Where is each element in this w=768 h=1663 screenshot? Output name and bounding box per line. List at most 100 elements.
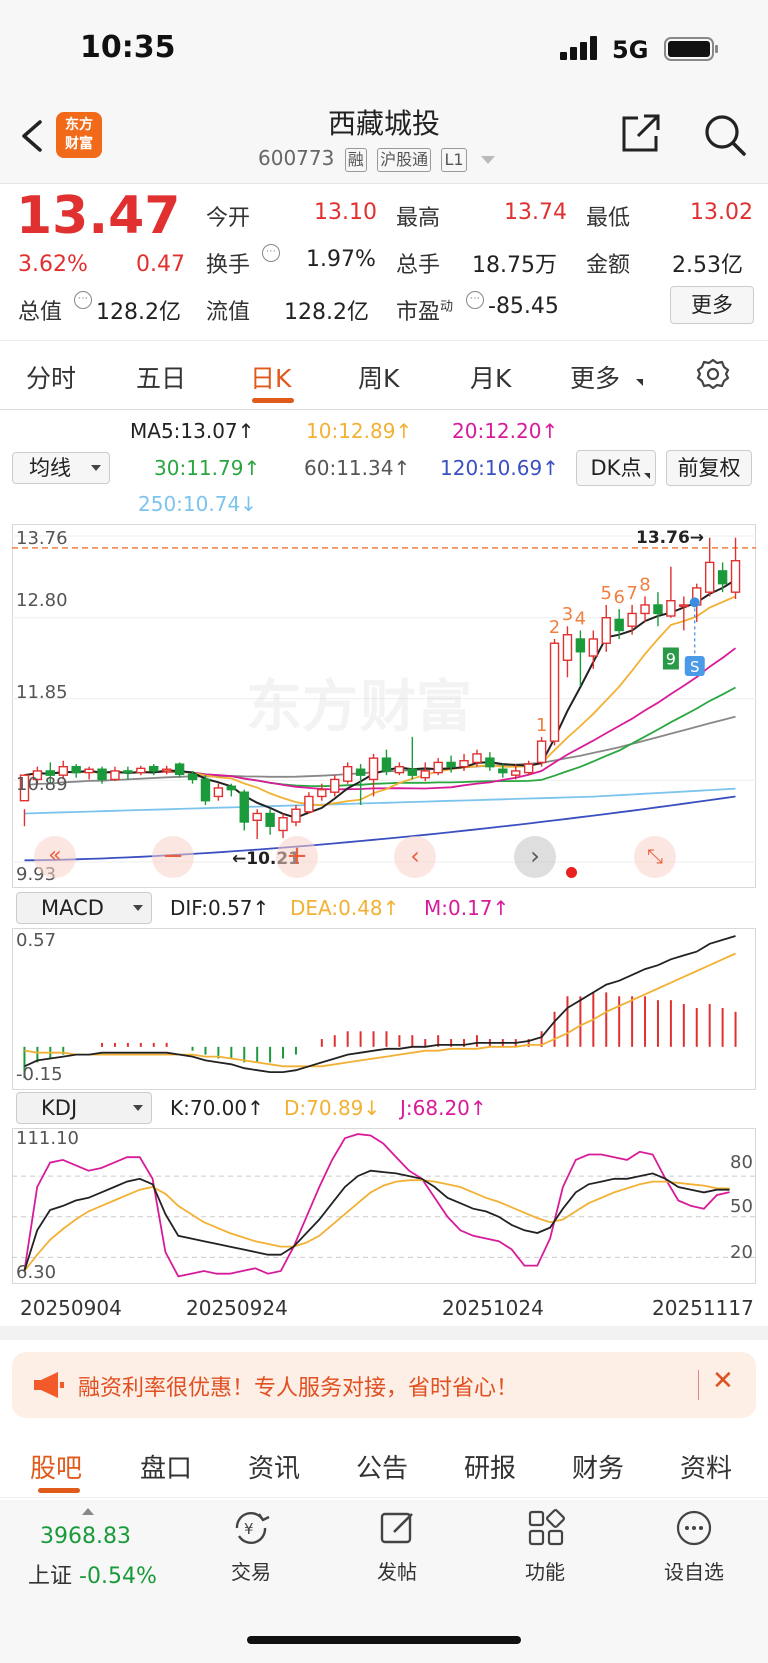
kdj-selector[interactable]: KDJ xyxy=(16,1092,152,1124)
tag-connect: 沪股通 xyxy=(377,148,432,172)
sequence-label: 1 xyxy=(536,715,547,736)
tab-orderbook[interactable]: 盘口 xyxy=(140,1448,192,1485)
sequence-label: 7 xyxy=(626,583,637,604)
candle-body xyxy=(381,757,392,772)
watchlist-icon[interactable] xyxy=(674,1508,714,1552)
tab-monthly-k[interactable]: 月K xyxy=(470,359,511,395)
candle-body xyxy=(252,812,262,821)
candle-body xyxy=(523,763,534,774)
footer-watchlist[interactable]: 设自选 xyxy=(649,1556,739,1585)
tab-five-day[interactable]: 五日 xyxy=(136,359,186,395)
candle-body xyxy=(123,770,133,774)
xtick-2: 20250924 xyxy=(186,1296,288,1320)
tab-daily-k[interactable]: 日K xyxy=(250,359,291,395)
low-value: 13.02 xyxy=(690,200,753,225)
post-icon[interactable] xyxy=(378,1508,418,1552)
macd-chart[interactable] xyxy=(12,928,756,1090)
pe-info-icon[interactable]: ⋯ xyxy=(466,291,484,309)
ytick-1: 13.76 xyxy=(16,528,68,549)
fullscreen-button[interactable]: ⤡ xyxy=(634,836,676,878)
more-button[interactable]: 更多 xyxy=(670,286,754,324)
active-tab-underline xyxy=(252,398,294,403)
candle-body xyxy=(368,757,379,781)
mktcap-label: 总值 xyxy=(18,300,63,325)
candle-body xyxy=(161,768,172,772)
tab-finance[interactable]: 财务 xyxy=(572,1448,624,1485)
tab-weekly-k[interactable]: 周K xyxy=(358,359,399,395)
xtick-4: 20251117 xyxy=(652,1296,754,1320)
search-icon[interactable] xyxy=(702,112,748,162)
dk-caret-icon xyxy=(644,473,650,479)
candle-body xyxy=(536,740,547,764)
xtick-3: 20251024 xyxy=(442,1296,544,1320)
kdj-caret-icon xyxy=(133,1105,143,1111)
trade-icon[interactable]: ¥ xyxy=(229,1508,273,1552)
ma120-line xyxy=(24,795,736,862)
tab-more[interactable]: 更多 xyxy=(570,359,620,395)
more-caret-icon xyxy=(636,379,643,386)
footer-functions[interactable]: 功能 xyxy=(500,1556,590,1585)
kdj-chart[interactable] xyxy=(12,1128,756,1284)
ytick-2: 12.80 xyxy=(16,590,68,611)
low-label: 最低 xyxy=(586,206,631,231)
candle-body xyxy=(588,638,599,657)
macd-selector[interactable]: MACD xyxy=(16,892,152,924)
info-icon[interactable]: ⋯ xyxy=(74,291,92,309)
candle-body xyxy=(407,768,418,776)
candle-body xyxy=(472,753,482,764)
candle-body xyxy=(498,768,508,774)
zoom-in-button[interactable]: + xyxy=(276,836,318,878)
ma20-label: 20:12.20↑ xyxy=(452,419,559,443)
candle-body xyxy=(278,817,288,832)
tab-forum[interactable]: 股吧 xyxy=(30,1448,82,1485)
candle-body xyxy=(97,768,107,781)
candle-body xyxy=(601,617,611,644)
candle-body xyxy=(187,773,198,781)
stock-code-row[interactable]: 600773 融 沪股通 L1 xyxy=(258,146,495,172)
tab-intraday[interactable]: 分时 xyxy=(26,359,76,395)
adjust-button[interactable]: 前复权 xyxy=(666,450,752,486)
scroll-left-button[interactable]: ‹ xyxy=(394,836,436,878)
dea-label: DEA:0.48↑ xyxy=(290,896,400,920)
candle-body xyxy=(511,770,521,776)
k-label: K:70.00↑ xyxy=(170,1096,264,1120)
share-icon[interactable] xyxy=(618,112,662,160)
sell-signal-label: S xyxy=(690,658,700,676)
footer-trade[interactable]: 交易 xyxy=(206,1556,296,1585)
scroll-left-fast-button[interactable]: « xyxy=(34,836,76,878)
tab-news[interactable]: 资讯 xyxy=(248,1448,300,1485)
close-icon[interactable]: ✕ xyxy=(712,1366,734,1396)
index-value[interactable]: 3968.83 xyxy=(40,1524,131,1549)
turnover-label: 换手 xyxy=(206,253,251,278)
index-up-caret-icon xyxy=(82,1508,94,1515)
macd-ytick-top: 0.57 xyxy=(16,930,57,951)
footer-post[interactable]: 发帖 xyxy=(352,1556,442,1585)
index-row[interactable]: 上证 -0.54% xyxy=(28,1558,157,1590)
sequence-label: 2 xyxy=(549,617,560,638)
index-change: -0.54% xyxy=(79,1564,157,1589)
dk-point-button[interactable]: DK点 xyxy=(576,450,656,486)
tag-margin: 融 xyxy=(344,148,367,172)
tab-research[interactable]: 研报 xyxy=(464,1448,516,1485)
zoom-out-button[interactable]: − xyxy=(152,836,194,878)
tab-profile[interactable]: 资料 xyxy=(680,1448,732,1485)
dropdown-caret-icon xyxy=(91,465,101,471)
promo-banner[interactable]: 融资利率很优惠！专人服务对接，省时省心！ ✕ xyxy=(12,1352,756,1418)
candle-body xyxy=(355,768,366,776)
candle-body xyxy=(485,757,495,768)
tab-announcements[interactable]: 公告 xyxy=(356,1448,408,1485)
functions-grid-icon[interactable] xyxy=(526,1508,566,1552)
tag-level: L1 xyxy=(441,148,467,172)
high-label: 最高 xyxy=(396,206,441,231)
candle-body xyxy=(342,765,353,782)
kdj-rtick-50: 50 xyxy=(730,1196,753,1217)
scroll-right-button[interactable]: › xyxy=(514,836,556,878)
candle-body xyxy=(174,763,185,776)
battery-icon xyxy=(664,37,720,65)
watermark-2: 财富 xyxy=(360,675,472,740)
settings-gear-icon[interactable] xyxy=(696,357,730,395)
xaxis-gray-band xyxy=(0,1326,768,1340)
ma-selector[interactable]: 均线 xyxy=(12,452,110,484)
pe-sup: 动 xyxy=(440,299,454,315)
turnover-info-icon[interactable]: ⋯ xyxy=(262,244,280,262)
